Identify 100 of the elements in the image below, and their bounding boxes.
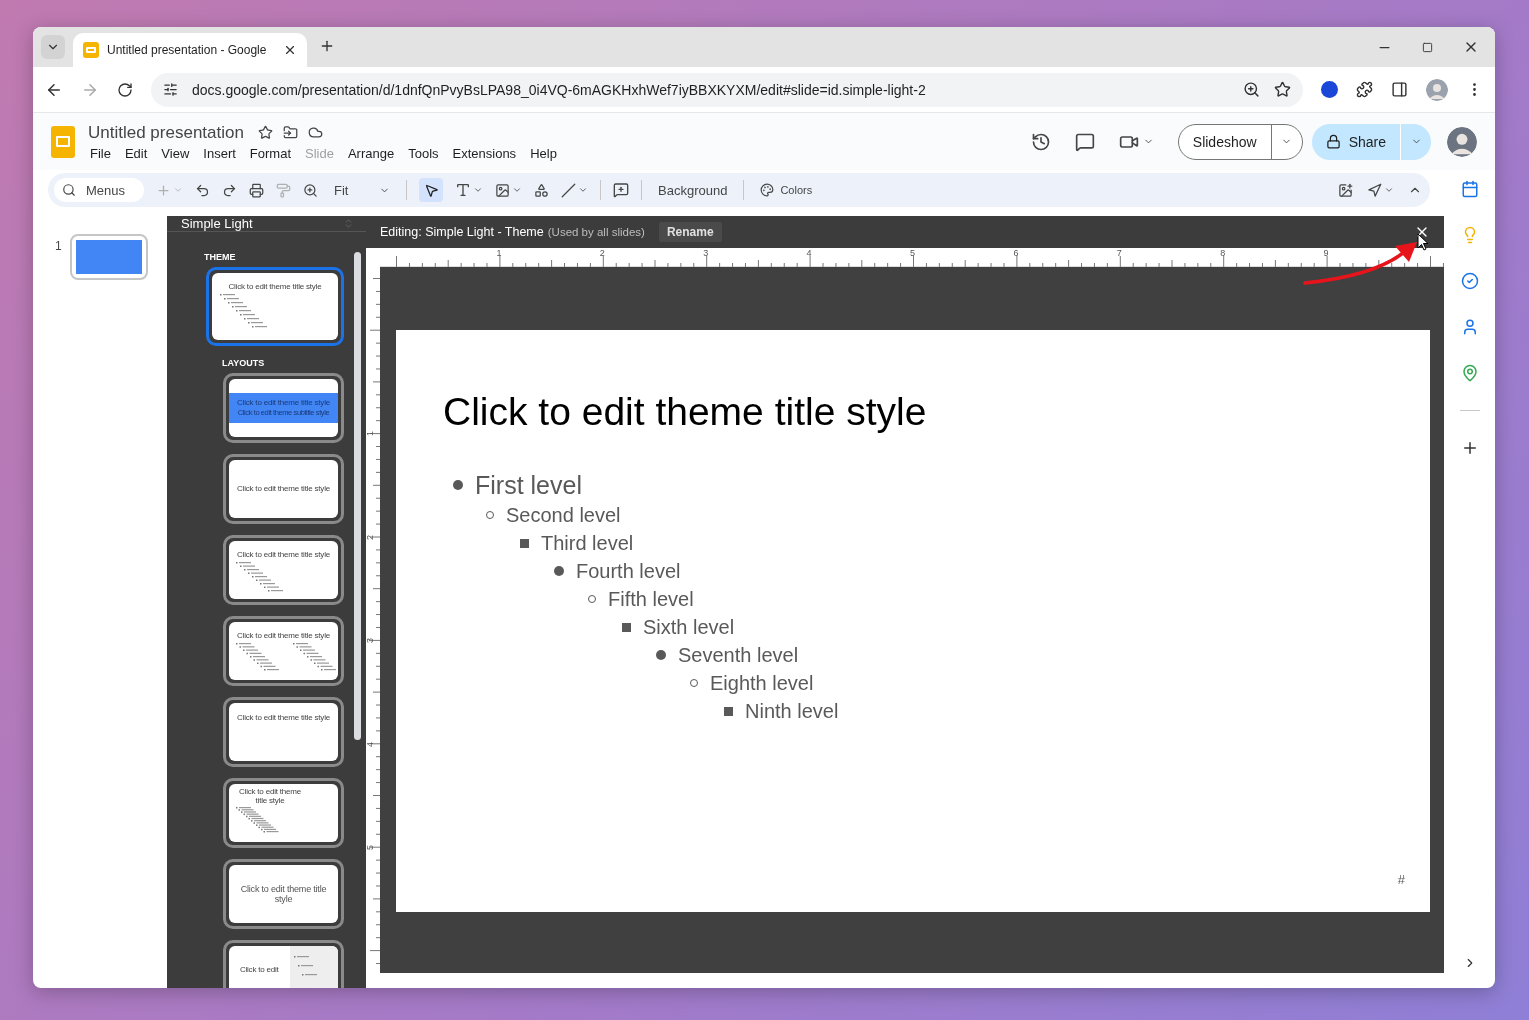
share-split-button[interactable]: Share bbox=[1311, 123, 1431, 160]
bookmark-star-icon[interactable] bbox=[1274, 81, 1291, 98]
ruler-number: 7 bbox=[1116, 249, 1122, 258]
caret-icon[interactable] bbox=[578, 185, 588, 195]
slide-title[interactable]: Click to edit theme title style bbox=[443, 390, 1430, 434]
redo-icon[interactable] bbox=[222, 182, 237, 198]
layout-thumbnail[interactable]: Click to edit theme title style bbox=[223, 778, 344, 848]
bullet-icon bbox=[520, 538, 529, 548]
caret-icon[interactable] bbox=[1384, 185, 1394, 195]
scrollbar[interactable] bbox=[354, 252, 361, 740]
shapes-icon[interactable] bbox=[534, 182, 549, 198]
slideshow-button[interactable]: Slideshow bbox=[1178, 124, 1272, 159]
menu-item[interactable]: File bbox=[88, 145, 118, 161]
thumbnail-title: Click to edit theme title style bbox=[237, 398, 330, 408]
bullet-text: Fifth level bbox=[608, 587, 694, 611]
close-icon[interactable] bbox=[283, 43, 297, 57]
caret-icon[interactable] bbox=[473, 185, 483, 195]
share-button[interactable]: Share bbox=[1311, 123, 1401, 160]
layout-thumbnail[interactable]: Click to edit theme title style bbox=[223, 454, 344, 524]
search-menus-field[interactable]: Menus bbox=[54, 178, 144, 202]
slides-favicon bbox=[83, 42, 99, 58]
reload-icon[interactable] bbox=[117, 81, 133, 98]
rename-button[interactable]: Rename bbox=[658, 222, 722, 242]
zoom-select[interactable]: Fit bbox=[330, 182, 394, 198]
layout-thumbnail[interactable]: Click to edit theme title style bbox=[223, 697, 344, 767]
menu-item[interactable]: View bbox=[154, 145, 197, 161]
maximize-icon[interactable] bbox=[1422, 41, 1433, 53]
layout-thumbnail[interactable]: Click to edit theme title style bbox=[223, 535, 344, 605]
calendar-icon[interactable] bbox=[1460, 180, 1479, 198]
bullet-lines-drawing bbox=[220, 294, 267, 328]
line-icon[interactable] bbox=[561, 182, 576, 198]
search-icon[interactable] bbox=[62, 183, 76, 197]
menu-item[interactable]: Edit bbox=[117, 145, 155, 161]
menu-item[interactable]: Arrange bbox=[340, 145, 402, 161]
layout-thumbnail[interactable]: Click to edit theme title style bbox=[223, 616, 344, 686]
menu-item[interactable]: Extensions bbox=[445, 145, 524, 161]
colors-button[interactable]: Colors bbox=[756, 183, 817, 197]
slide[interactable]: Click to edit theme title style First level Second level Third level Fourth level Fifth level Sixth level Seventh level Eighth level Ninth level # bbox=[396, 330, 1430, 912]
extensions-icon[interactable] bbox=[1356, 81, 1373, 98]
history-icon[interactable] bbox=[1030, 131, 1051, 152]
slideshow-split-button[interactable]: Slideshow bbox=[1177, 123, 1303, 160]
zoom-icon[interactable] bbox=[1243, 81, 1260, 98]
url-text: docs.google.com/presentation/d/1dnfQnPvyBsLPA98_0i4VQ-6mAGKHxhWef7iyBBXKYXM/edit#slide=id.simple-light-2 bbox=[192, 81, 927, 98]
slide-thumbnail[interactable] bbox=[69, 234, 148, 280]
theme-thumbnail[interactable]: Click to edit theme title style bbox=[206, 267, 344, 346]
bullet-icon bbox=[453, 480, 463, 490]
move-folder-icon[interactable] bbox=[282, 125, 298, 140]
menu-item[interactable]: Help bbox=[523, 145, 564, 161]
pointer-icon[interactable] bbox=[1367, 182, 1382, 198]
document-title[interactable]: Untitled presentation bbox=[88, 122, 244, 143]
image-icon[interactable] bbox=[495, 182, 510, 198]
text-box-icon[interactable] bbox=[455, 182, 471, 198]
zoom-icon[interactable] bbox=[303, 182, 318, 198]
bullet-text: Fourth level bbox=[576, 559, 681, 583]
background-button[interactable]: Background bbox=[654, 182, 732, 198]
slide-number-placeholder: # bbox=[1397, 872, 1405, 887]
address-bar[interactable]: docs.google.com/presentation/d/1dnfQnPvyBsLPA98_0i4VQ-6mAGKHxhWef7iyBBXKYXM/edit#slide=id.simple-light-2 bbox=[151, 72, 1303, 107]
map-pin-icon[interactable] bbox=[1460, 364, 1479, 382]
ruler-number: 3 bbox=[703, 249, 709, 258]
ruler-number: 5 bbox=[366, 845, 375, 850]
ruler-number: 4 bbox=[366, 741, 375, 747]
layout-thumbnail[interactable]: Click to edit theme title style bbox=[223, 859, 344, 929]
ruler-number: 2 bbox=[366, 534, 375, 540]
section-label: THEME bbox=[204, 252, 236, 262]
side-panel-icon[interactable] bbox=[1391, 81, 1408, 98]
avatar-icon[interactable] bbox=[1426, 78, 1448, 101]
thumbnail-title: Click to edit theme title style bbox=[237, 484, 330, 494]
tab-list-button[interactable] bbox=[41, 35, 65, 59]
print-icon[interactable] bbox=[249, 182, 264, 198]
bullet-icon bbox=[554, 566, 564, 576]
menu-item[interactable]: Insert bbox=[196, 145, 243, 161]
lock-icon[interactable] bbox=[1325, 134, 1341, 149]
menu-item[interactable]: Format bbox=[242, 145, 298, 161]
bullet-icon bbox=[622, 622, 631, 632]
avatar-icon[interactable] bbox=[1447, 126, 1477, 157]
layout-thumbnail[interactable]: Click to edit bbox=[223, 940, 344, 988]
slide-number: 1 bbox=[55, 239, 62, 253]
cloud-icon[interactable] bbox=[307, 125, 323, 140]
thumbnail-title: Click to edit theme title style bbox=[228, 282, 322, 291]
theme-name: Simple Light bbox=[181, 216, 253, 231]
add-comment-icon[interactable] bbox=[613, 182, 629, 198]
browser-tab[interactable]: Untitled presentation - Google bbox=[73, 33, 307, 67]
ruler-number: 8 bbox=[1220, 249, 1226, 258]
comments-icon[interactable] bbox=[1074, 131, 1095, 152]
tasks-icon[interactable] bbox=[1460, 272, 1479, 290]
bullet-text: Ninth level bbox=[745, 699, 839, 723]
image-add-icon[interactable] bbox=[1338, 182, 1353, 198]
bullet-text: Second level bbox=[506, 503, 621, 527]
site-info-icon[interactable] bbox=[163, 82, 178, 97]
palette-icon[interactable] bbox=[760, 183, 775, 197]
caret-icon[interactable] bbox=[512, 185, 522, 195]
undo-icon[interactable] bbox=[195, 182, 210, 198]
star-icon[interactable] bbox=[257, 125, 273, 140]
menu-item[interactable]: Tools bbox=[401, 145, 446, 161]
extension-icon[interactable] bbox=[1321, 81, 1338, 98]
new-tab-icon[interactable] bbox=[319, 38, 335, 54]
ruler-number: 2 bbox=[599, 249, 605, 258]
bullet-icon bbox=[656, 650, 666, 660]
ruler-number: 9 bbox=[1323, 249, 1329, 258]
ruler-number: 4 bbox=[806, 249, 812, 258]
